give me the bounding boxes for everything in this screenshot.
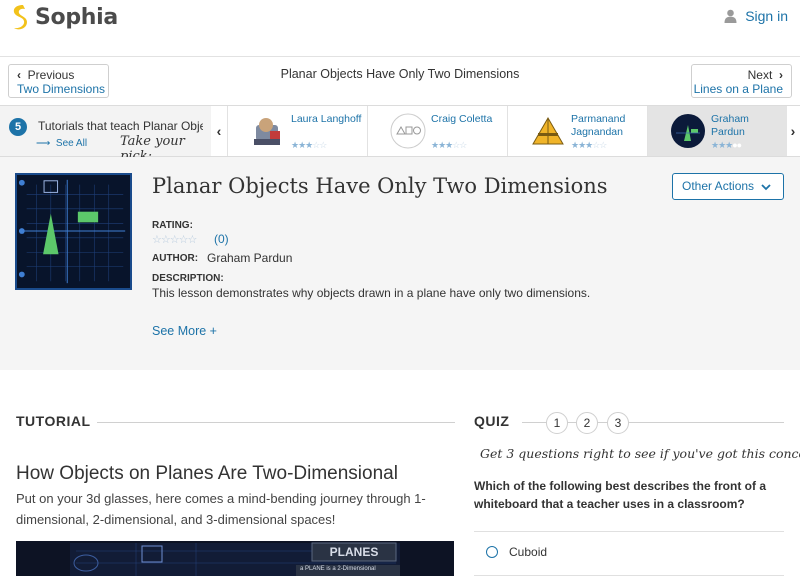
scroll-left-button[interactable]: ‹ [211,106,227,156]
quiz-question: Which of the following best describes th… [474,479,767,511]
teacher-avatar [390,113,426,149]
rating-stars[interactable]: ☆☆☆☆☆ [152,233,197,246]
teacher-avatar [671,114,705,148]
lesson-thumbnail[interactable] [15,173,132,290]
next-button[interactable]: Next › Lines on a Plane [691,64,792,98]
next-label: Next [747,68,773,82]
lesson-header: Planar Objects Have Only Two Dimensions … [0,157,800,370]
teacher-avatar [532,116,564,145]
sign-in-label: Sign in [745,8,788,24]
teacher-card[interactable]: Parmanand Jagnandan ★★★☆☆ [507,106,647,156]
tutorial-video[interactable]: PLANES a PLANE is a 2-Dimensional [16,541,454,576]
previous-title: Two Dimensions [17,82,106,96]
video-subtitle: a PLANE is a 2-Dimensional [300,566,376,572]
next-title: Lines on a Plane [693,82,783,96]
user-icon [724,9,737,23]
scroll-right-button[interactable]: › [786,106,800,156]
teacher-name: Laura Langhoff [291,113,362,125]
sign-in-link[interactable]: Sign in [724,8,788,24]
rating-count[interactable]: (0) [214,232,229,246]
teacher-card[interactable]: Craig Coletta ★★★☆☆ [367,106,507,156]
see-all-label: See All [55,138,88,149]
tutorials-strip: 5 Tutorials that teach Planar Objects Ha… [0,105,800,164]
tutorial-description: Put on your 3d glasses, here comes a min… [16,491,426,527]
chevron-down-icon [761,184,771,191]
rating-label: RATING: [152,220,193,231]
other-actions-button[interactable]: Other Actions [672,173,784,200]
author-label: AUTHOR: [152,253,199,264]
quiz-heading: QUIZ [474,413,510,429]
teacher-name: Parmanand Jagnandan [571,113,626,138]
teacher-rating: ★★★☆☆ [571,140,607,150]
teacher-rating: ★★★☆☆ [431,140,467,150]
video-title: PLANES [329,545,379,559]
arrow-right-icon: ⟶ [36,138,51,149]
quiz-question-2[interactable]: 2 [576,412,598,434]
page-title: Planar Objects Have Only Two Dimensions [280,67,520,81]
teacher-card[interactable]: Laura Langhoff ★★★☆☆ [227,106,367,156]
teacher-name: Graham Pardun [711,113,749,138]
teacher-card-active[interactable]: Graham Pardun ★★★●● [647,106,787,156]
sophia-logo[interactable]: Sophia [9,3,118,31]
author-name: Graham Pardun [207,251,293,265]
top-header: Sophia Sign in [0,0,800,57]
quiz-tagline: Get 3 questions right to see if you've g… [480,446,800,461]
tutorial-heading: TUTORIAL [16,413,91,429]
sophia-logo-icon [13,5,27,30]
quiz-question-1[interactable]: 1 [546,412,568,434]
teacher-avatar [254,118,280,145]
tutorials-text: Tutorials that teach Planar Objects Have… [38,119,203,133]
tutorial-count-badge: 5 [9,118,27,136]
answer-label: Cuboid [509,545,548,559]
chevron-left-icon: ‹ [216,123,222,139]
other-actions-label: Other Actions [682,179,755,193]
logo-text: Sophia [35,4,118,30]
teacher-rating: ★★★●● [711,140,742,150]
teacher-name: Craig Coletta [431,113,493,125]
answer-option[interactable]: Cuboid [474,531,784,576]
see-more-link[interactable]: See More + [152,324,217,338]
description-label: DESCRIPTION: [152,273,224,284]
answer-radio[interactable] [486,546,498,558]
tutorial-title: How Objects on Planes Are Two-Dimensiona… [16,463,398,484]
see-all-link[interactable]: ⟶ See All [36,138,87,149]
lesson-navigation: ‹ Previous Two Dimensions Planar Objects… [0,57,800,105]
tutorials-summary: 5 Tutorials that teach Planar Objects Ha… [0,106,211,164]
lesson-description: This lesson demonstrates why objects dra… [152,286,591,300]
quiz-question-3[interactable]: 3 [607,412,629,434]
chevron-right-icon: › [779,68,783,82]
lesson-title: Planar Objects Have Only Two Dimensions [152,174,608,198]
divider [97,422,455,423]
chevron-right-icon: › [790,123,796,139]
teacher-rating: ★★★☆☆ [291,140,327,150]
